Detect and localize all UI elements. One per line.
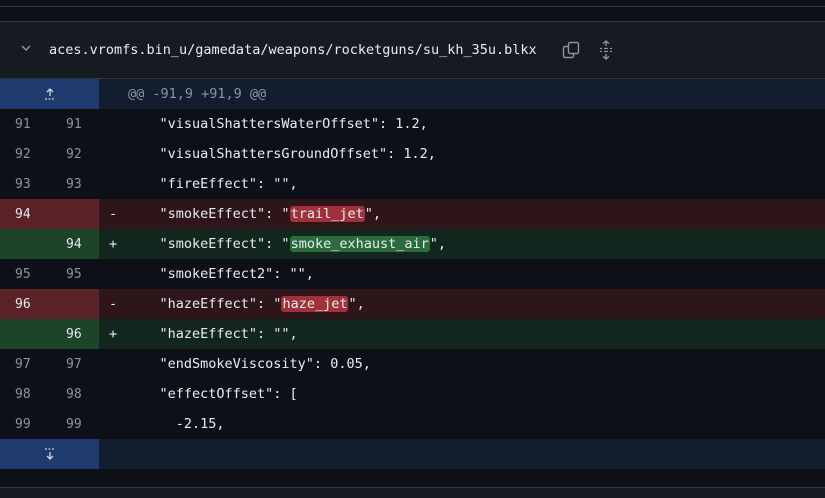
code-segment: "smokeEffect2": "", [127, 266, 314, 282]
new-line-number[interactable]: 95 [49, 259, 99, 289]
code-text: "smokeEffect2": "", [127, 266, 314, 282]
removed-token: haze_jet [281, 296, 349, 312]
code-segment: ", [364, 206, 381, 222]
diff-lines: 91 91 "visualShattersWaterOffset": 1.2, 92… [0, 109, 825, 439]
added-token: smoke_exhaust_air [289, 236, 430, 252]
old-line-number[interactable]: 95 [0, 259, 49, 289]
context-line: 91 91 "visualShattersWaterOffset": 1.2, [0, 109, 825, 139]
diff-sign: - [109, 296, 118, 312]
code-segment: -2.15, [127, 416, 225, 432]
diff-sign: + [109, 236, 118, 252]
new-line-number[interactable]: 91 [49, 109, 99, 139]
code-text: "visualShattersGroundOffset": 1.2, [127, 146, 436, 162]
code-text: "endSmokeViscosity": 0.05, [127, 356, 371, 372]
old-line-number[interactable]: 93 [0, 169, 49, 199]
old-line-number[interactable]: 99 [0, 409, 49, 439]
code-segment: "visualShattersWaterOffset": 1.2, [127, 116, 428, 132]
old-line-number[interactable] [0, 229, 49, 259]
old-line-number[interactable]: 97 [0, 349, 49, 379]
new-line-number[interactable]: 99 [49, 409, 99, 439]
hunk-footer-blank [99, 439, 825, 469]
hunk-footer-row [0, 439, 825, 469]
deleted-line: 94 - "smokeEffect": "trail_jet", [0, 199, 825, 229]
code-segment: ", [429, 236, 446, 252]
expand-up-icon [44, 88, 55, 100]
code-segment: "endSmokeViscosity": 0.05, [127, 356, 371, 372]
old-line-number[interactable]: 92 [0, 139, 49, 169]
expand-down-icon [44, 448, 55, 460]
diff-sign: - [109, 206, 118, 222]
removed-token: trail_jet [289, 206, 365, 222]
context-line: 98 98 "effectOffset": [ [0, 379, 825, 409]
code-segment: "effectOffset": [ [127, 386, 298, 402]
file-path[interactable]: aces.vromfs.bin_u/gamedata/weapons/rocke… [49, 42, 537, 58]
code-text: "hazeEffect": "haze_jet", [127, 296, 365, 312]
new-line-number[interactable]: 92 [49, 139, 99, 169]
added-line: 94 + "smokeEffect": "smoke_exhaust_air", [0, 229, 825, 259]
context-line: 92 92 "visualShattersGroundOffset": 1.2, [0, 139, 825, 169]
diff-file: aces.vromfs.bin_u/gamedata/weapons/rocke… [0, 21, 825, 469]
new-line-number[interactable] [49, 289, 99, 319]
code-segment: "hazeEffect": " [127, 296, 282, 312]
code-segment: "fireEffect": "", [127, 176, 298, 192]
old-line-number[interactable]: 91 [0, 109, 49, 139]
hunk-header-text: @@ -91,9 +91,9 @@ [99, 79, 825, 109]
context-line: 93 93 "fireEffect": "", [0, 169, 825, 199]
code-text: "fireEffect": "", [127, 176, 298, 192]
code-text: -2.15, [127, 416, 225, 432]
old-line-number[interactable] [0, 319, 49, 349]
old-line-number[interactable]: 96 [0, 289, 49, 319]
new-line-number[interactable]: 98 [49, 379, 99, 409]
context-line: 95 95 "smokeEffect2": "", [0, 259, 825, 289]
code-text: "visualShattersWaterOffset": 1.2, [127, 116, 428, 132]
previous-file-border [0, 0, 825, 7]
code-text: "smokeEffect": "smoke_exhaust_air", [127, 236, 446, 252]
added-line: 96 + "hazeEffect": "", [0, 319, 825, 349]
unfold-icon[interactable] [595, 39, 617, 61]
code-text: "smokeEffect": "trail_jet", [127, 206, 381, 222]
code-text: "effectOffset": [ [127, 386, 298, 402]
new-line-number[interactable] [49, 199, 99, 229]
expand-down-button[interactable] [0, 439, 99, 469]
new-line-number[interactable]: 93 [49, 169, 99, 199]
new-line-number[interactable]: 94 [49, 229, 99, 259]
old-line-number[interactable]: 94 [0, 199, 49, 229]
deleted-line: 96 - "hazeEffect": "haze_jet", [0, 289, 825, 319]
hunk-header-row: @@ -91,9 +91,9 @@ [0, 79, 825, 109]
old-line-number[interactable]: 98 [0, 379, 49, 409]
context-line: 99 99 -2.15, [0, 409, 825, 439]
code-segment: "hazeEffect": "", [127, 326, 298, 342]
copy-icon[interactable] [560, 39, 582, 61]
code-text: "hazeEffect": "", [127, 326, 298, 342]
code-segment: "smokeEffect": " [127, 206, 290, 222]
next-file-border [0, 487, 825, 498]
new-line-number[interactable]: 96 [49, 319, 99, 349]
code-segment: "smokeEffect": " [127, 236, 290, 252]
diff-rows: @@ -91,9 +91,9 @@ 91 91 "visualShattersWa… [0, 79, 825, 469]
expand-up-button[interactable] [0, 79, 99, 109]
context-line: 97 97 "endSmokeViscosity": 0.05, [0, 349, 825, 379]
code-segment: ", [348, 296, 365, 312]
new-line-number[interactable]: 97 [49, 349, 99, 379]
code-segment: "visualShattersGroundOffset": 1.2, [127, 146, 436, 162]
file-header: aces.vromfs.bin_u/gamedata/weapons/rocke… [0, 22, 825, 79]
chevron-down-icon[interactable] [18, 40, 34, 56]
diff-sign: + [109, 326, 118, 342]
